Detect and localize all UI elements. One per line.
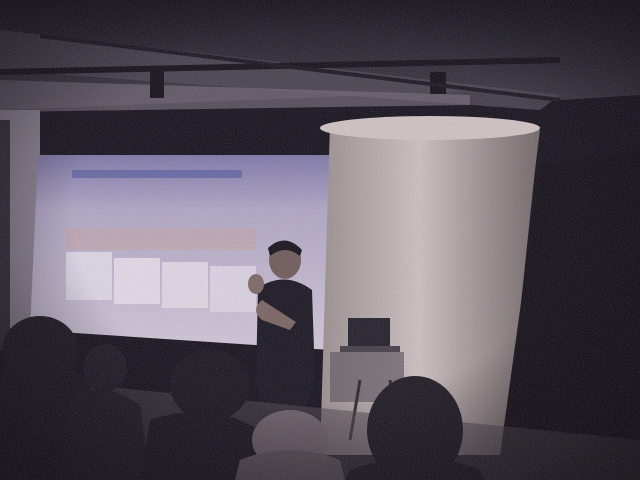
photo-scene <box>0 0 640 480</box>
film-grain <box>0 0 640 480</box>
scene-svg <box>0 0 640 480</box>
